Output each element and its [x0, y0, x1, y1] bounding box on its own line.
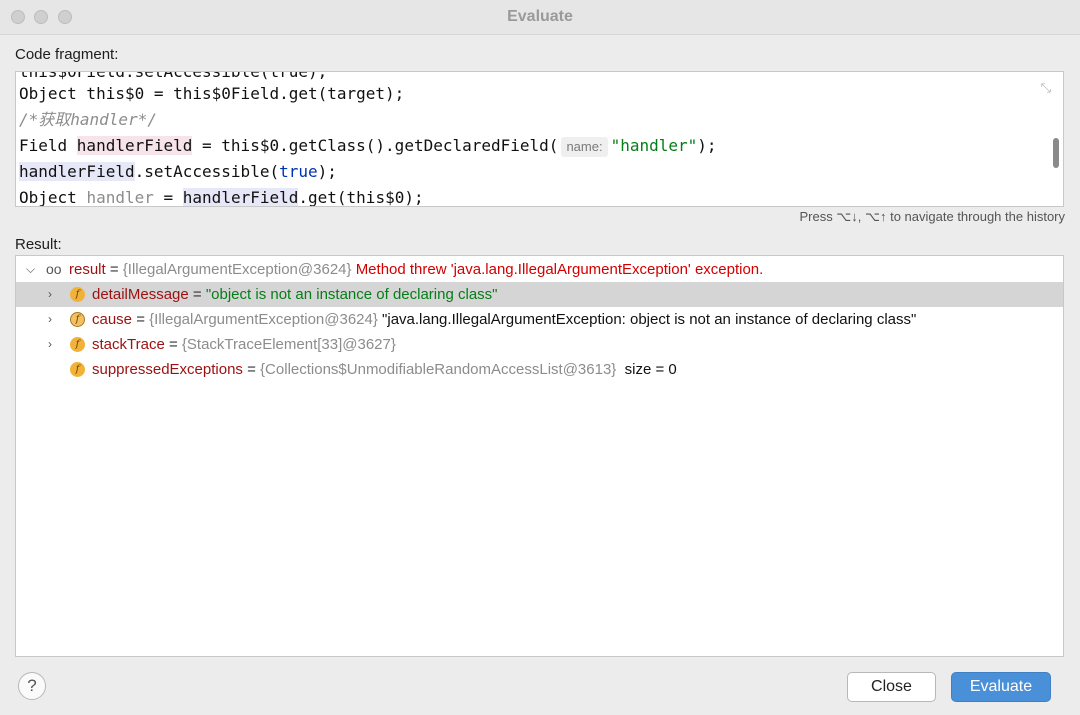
- result-label: Result:: [15, 236, 62, 253]
- evaluate-button[interactable]: Evaluate: [951, 672, 1051, 702]
- help-button[interactable]: ?: [18, 672, 46, 700]
- code-line-2: /*获取handler*/: [19, 107, 157, 133]
- watch-glasses-icon: oo: [46, 261, 62, 277]
- window-title: Evaluate: [507, 8, 573, 25]
- tree-row-cause[interactable]: › f cause = {IllegalArgumentException@36…: [16, 307, 1063, 332]
- result-tree[interactable]: ⌵ oo result = {IllegalArgumentException@…: [15, 255, 1064, 657]
- history-hint: Press ⌥↓, ⌥↑ to navigate through the his…: [799, 209, 1065, 224]
- close-button[interactable]: Close: [847, 672, 936, 702]
- code-line-1: Object this$0 = this$0Field.get(target);: [19, 84, 405, 103]
- tree-row-detail-message[interactable]: › f detailMessage = "object is not an in…: [16, 282, 1063, 307]
- code-line-5: Object handler = handlerField.get(this$0…: [19, 188, 424, 207]
- title-bar: Evaluate: [0, 0, 1080, 35]
- error-message: Method threw 'java.lang.IllegalArgumentE…: [355, 261, 764, 278]
- chevron-right-icon[interactable]: ›: [48, 307, 52, 332]
- field-icon: f: [70, 362, 85, 377]
- code-comment: /*获取handler*/: [19, 110, 157, 129]
- field-icon: f: [70, 287, 85, 302]
- editor-scrollbar[interactable]: [1053, 138, 1059, 168]
- code-line-3: Field handlerField = this$0.getClass().g…: [19, 136, 717, 157]
- tree-row-suppressed-exceptions[interactable]: f suppressedExceptions = {Collections$Un…: [16, 357, 1063, 382]
- chevron-right-icon[interactable]: ›: [48, 282, 52, 307]
- code-line-4: handlerField.setAccessible(true);: [19, 162, 337, 181]
- parameter-hint: name:: [561, 137, 608, 157]
- tree-row-result[interactable]: ⌵ oo result = {IllegalArgumentException@…: [16, 257, 1063, 282]
- chevron-down-icon[interactable]: ⌵: [26, 257, 35, 282]
- code-editor[interactable]: this$0Field.setAccessible(true); Object …: [15, 71, 1064, 207]
- collapse-icon[interactable]: ⤡: [1041, 80, 1051, 96]
- tree-row-stack-trace[interactable]: › f stackTrace = {StackTraceElement[33]@…: [16, 332, 1063, 357]
- field-icon: f: [70, 337, 85, 352]
- code-fragment-label: Code fragment:: [15, 46, 119, 63]
- field-final-icon: f: [70, 312, 85, 327]
- chevron-right-icon[interactable]: ›: [48, 332, 52, 357]
